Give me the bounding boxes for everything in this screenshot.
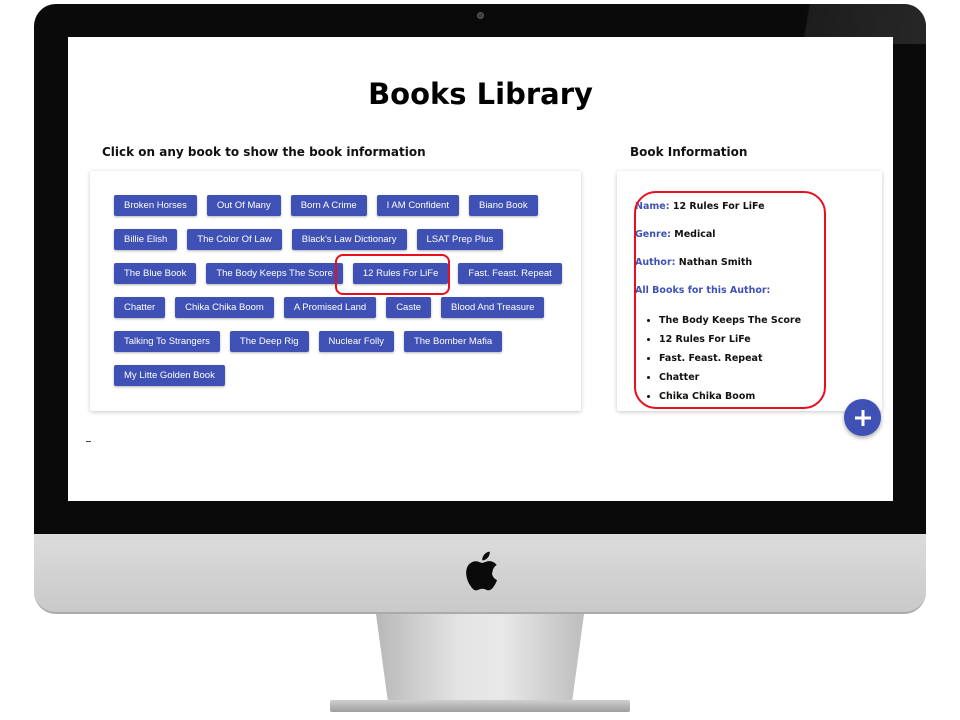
book-button[interactable]: The Color Of Law	[187, 229, 282, 250]
book-info-heading: Book Information	[630, 145, 748, 159]
book-button[interactable]: Biano Book	[468, 195, 538, 216]
book-button[interactable]: Nuclear Folly	[318, 331, 394, 352]
book-button[interactable]: Fast. Feast. Repeat	[458, 263, 562, 284]
screen: Books Library Click on any book to show …	[68, 37, 893, 501]
book-button[interactable]: LSAT Prep Plus	[416, 229, 504, 250]
book-info-highlight	[634, 191, 826, 409]
book-button[interactable]: The Blue Book	[114, 263, 197, 284]
book-button[interactable]: A Promised Land	[283, 297, 377, 318]
book-button[interactable]: Black's Law Dictionary	[291, 229, 407, 250]
book-button[interactable]: Out Of Many	[206, 195, 281, 216]
monitor-stand	[376, 614, 584, 706]
camera-dot	[477, 12, 484, 19]
plus-icon	[854, 409, 871, 426]
book-button[interactable]: The Bomber Mafia	[403, 331, 503, 352]
books-section-heading: Click on any book to show the book infor…	[102, 145, 426, 159]
divider-mark	[86, 441, 91, 442]
book-button[interactable]: The Deep Rig	[229, 331, 309, 352]
book-button[interactable]: Talking To Strangers	[114, 331, 220, 352]
book-button[interactable]: Blood And Treasure	[441, 297, 545, 318]
book-button[interactable]: The Body Keeps The Score	[206, 263, 343, 284]
monitor-stand-base	[330, 700, 630, 712]
book-button[interactable]: Caste	[386, 297, 432, 318]
selected-book-highlight	[335, 254, 450, 295]
book-button[interactable]: Chika Chika Boom	[175, 297, 274, 318]
book-button[interactable]: Billie Elish	[114, 229, 178, 250]
book-button[interactable]: Broken Horses	[114, 195, 197, 216]
book-button[interactable]: Chatter	[114, 297, 166, 318]
apple-logo-icon	[466, 551, 497, 591]
add-book-button[interactable]	[844, 399, 881, 436]
page-title: Books Library	[368, 77, 593, 111]
book-button[interactable]: My Litte Golden Book	[114, 365, 225, 386]
book-button[interactable]: I AM Confident	[376, 195, 459, 216]
book-button[interactable]: Born A Crime	[290, 195, 367, 216]
